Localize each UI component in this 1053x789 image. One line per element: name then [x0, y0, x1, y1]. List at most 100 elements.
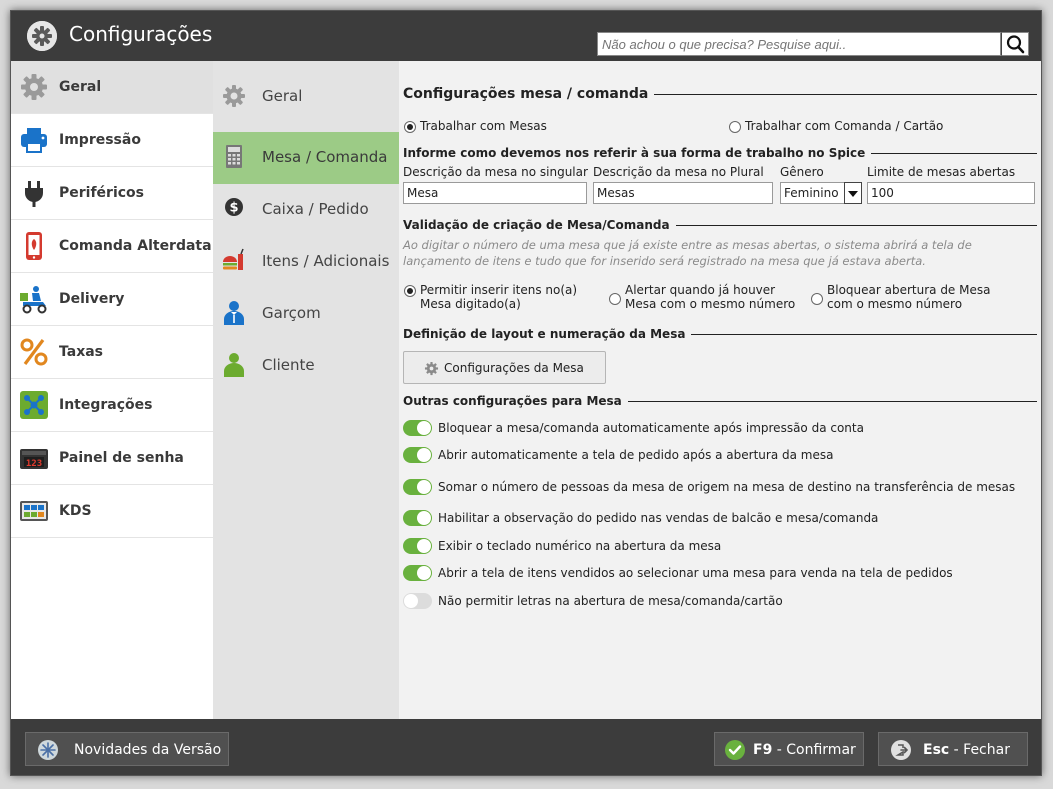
nav-item-label: Periféricos	[59, 185, 144, 201]
version-news-button[interactable]: Novidades da Versão	[25, 732, 229, 766]
toggle-label: Bloquear a mesa/comanda automaticamente …	[438, 421, 864, 435]
toggle-row-auto-open-order[interactable]: Abrir automaticamente a tela de pedido a…	[403, 445, 833, 465]
gear-icon	[223, 85, 245, 107]
exit-icon	[891, 740, 911, 760]
section-divider	[627, 400, 1037, 402]
subnav-item-label: Garçom	[262, 304, 321, 322]
radio-label: Permitir inserir itens no(a) Mesa digita…	[420, 283, 578, 311]
toggle-label: Abrir automaticamente a tela de pedido a…	[438, 448, 834, 462]
gender-dropdown-button[interactable]	[844, 182, 862, 204]
secondary-nav: Geral Mesa / Comanda $ Caixa / Pedido It…	[213, 61, 399, 719]
settings-window: Configurações Geral	[10, 10, 1042, 776]
svg-text:123: 123	[26, 459, 42, 469]
subnav-item-label: Itens / Adicionais	[262, 252, 390, 270]
nav-item-impressao[interactable]: Impressão	[11, 114, 213, 167]
subnav-item-itens-adicionais[interactable]: Itens / Adicionais	[213, 236, 399, 288]
subnav-item-garcom[interactable]: Garçom	[213, 288, 399, 340]
gender-label: Gênero	[780, 165, 824, 179]
nav-item-integracoes[interactable]: Integrações	[11, 379, 213, 432]
dollar-coin-icon: $	[225, 198, 243, 216]
radio-alert-existing[interactable]: Alertar quando já houver Mesa com o mesm…	[609, 283, 809, 311]
nav-item-delivery[interactable]: Delivery	[11, 273, 213, 326]
printer-icon	[21, 128, 47, 153]
toggle-switch[interactable]	[403, 420, 432, 436]
title-bar: Configurações	[11, 11, 1041, 61]
limit-input[interactable]: 100	[867, 182, 1035, 204]
singular-label: Descrição da mesa no singular	[403, 165, 588, 179]
radio-indicator	[404, 285, 416, 297]
nav-item-kds[interactable]: KDS	[11, 485, 213, 538]
nav-item-label: Geral	[59, 79, 102, 95]
nav-item-painel-de-senha[interactable]: 123 Painel de senha	[11, 432, 213, 485]
checkmark-icon	[725, 740, 745, 760]
radio-work-cards[interactable]: Trabalhar com Comanda / Cartão	[729, 119, 943, 133]
toggle-row-order-note[interactable]: Habilitar a observação do pedido nas ven…	[403, 508, 878, 528]
toggle-row-sold-items[interactable]: Abrir a tela de itens vendidos ao seleci…	[403, 563, 953, 583]
subnav-item-geral[interactable]: Geral	[213, 71, 399, 123]
subnav-item-label: Geral	[262, 87, 303, 105]
confirm-button[interactable]: F9 - Confirmar	[714, 732, 864, 766]
section-divider	[691, 333, 1037, 335]
toggle-switch[interactable]	[403, 479, 432, 495]
toggle-row-no-letters[interactable]: Não permitir letras na abertura de mesa/…	[403, 591, 783, 611]
section-header-others: Outras configurações para Mesa	[403, 392, 1037, 410]
nav-item-label: Taxas	[59, 344, 104, 360]
percent-icon	[20, 338, 48, 366]
close-label: Fechar	[963, 742, 1010, 758]
table-settings-label: Configurações da Mesa	[444, 361, 584, 375]
toggle-label: Habilitar a observação do pedido nas ven…	[438, 511, 879, 525]
section-header-validation: Validação de criação de Mesa/Comanda	[403, 216, 1037, 234]
food-icon	[223, 248, 244, 270]
toggle-row-sum-people[interactable]: Somar o número de pessoas da mesa de ori…	[403, 477, 1015, 497]
section-header-main: Configurações mesa / comanda	[403, 85, 1037, 103]
close-separator: -	[949, 742, 964, 758]
subnav-item-label: Mesa / Comanda	[262, 148, 388, 166]
ticket-display-icon: 123	[20, 449, 48, 469]
plural-input[interactable]: Mesas	[593, 182, 773, 204]
svg-text:$: $	[229, 201, 238, 216]
section-title: Definição de layout e numeração da Mesa	[403, 327, 686, 341]
radio-label: Alertar quando já houver Mesa com o mesm…	[625, 283, 796, 311]
search-input[interactable]	[597, 32, 1001, 56]
toggle-switch[interactable]	[403, 565, 432, 581]
radio-allow-insert[interactable]: Permitir inserir itens no(a) Mesa digita…	[404, 283, 608, 311]
nav-item-geral[interactable]: Geral	[11, 61, 213, 114]
toggle-switch[interactable]	[403, 447, 432, 463]
nav-item-perifericos[interactable]: Periféricos	[11, 167, 213, 220]
toggle-label: Abrir a tela de itens vendidos ao seleci…	[438, 566, 953, 580]
search-button[interactable]	[1001, 32, 1029, 56]
toggle-switch[interactable]	[403, 538, 432, 554]
nav-item-taxas[interactable]: Taxas	[11, 326, 213, 379]
radio-work-tables[interactable]: Trabalhar com Mesas	[404, 119, 547, 133]
subnav-item-cliente[interactable]: Cliente	[213, 340, 399, 392]
toggle-row-lock-after-print[interactable]: Bloquear a mesa/comanda automaticamente …	[403, 418, 864, 438]
table-settings-button[interactable]: Configurações da Mesa	[403, 351, 606, 384]
section-title: Validação de criação de Mesa/Comanda	[403, 218, 670, 232]
section-divider	[675, 224, 1037, 226]
nav-item-label: Impressão	[59, 132, 141, 148]
nav-item-comanda-alterdata[interactable]: Comanda Alterdata	[11, 220, 213, 273]
settings-gear-icon	[27, 21, 57, 51]
chevron-down-icon	[848, 191, 858, 197]
section-header-layout: Definição de layout e numeração da Mesa	[403, 325, 1037, 343]
toggle-row-numeric-keypad[interactable]: Exibir o teclado numérico na abertura da…	[403, 536, 721, 556]
calculator-icon	[226, 145, 242, 168]
radio-block-open[interactable]: Bloquear abertura de Mesa com o mesmo nú…	[811, 283, 1011, 311]
kitchen-display-icon	[20, 501, 48, 521]
waiter-icon	[224, 301, 244, 325]
subnav-item-mesa-comanda[interactable]: Mesa / Comanda	[213, 132, 399, 184]
toggle-switch[interactable]	[403, 593, 432, 609]
customer-icon	[224, 353, 244, 377]
section-title: Informe como devemos nos referir à sua f…	[403, 146, 866, 160]
section-title: Configurações mesa / comanda	[403, 86, 649, 102]
toggle-label: Somar o número de pessoas da mesa de ori…	[438, 480, 1016, 494]
radio-indicator	[609, 293, 621, 305]
close-button[interactable]: Esc - Fechar	[878, 732, 1028, 766]
subnav-item-caixa-pedido[interactable]: $ Caixa / Pedido	[213, 184, 399, 236]
toggle-label: Exibir o teclado numérico na abertura da…	[438, 539, 722, 553]
toggle-switch[interactable]	[403, 510, 432, 526]
nav-item-label: Delivery	[59, 291, 125, 307]
radio-indicator	[404, 121, 416, 133]
section-divider	[654, 93, 1037, 95]
singular-input[interactable]: Mesa	[403, 182, 587, 204]
